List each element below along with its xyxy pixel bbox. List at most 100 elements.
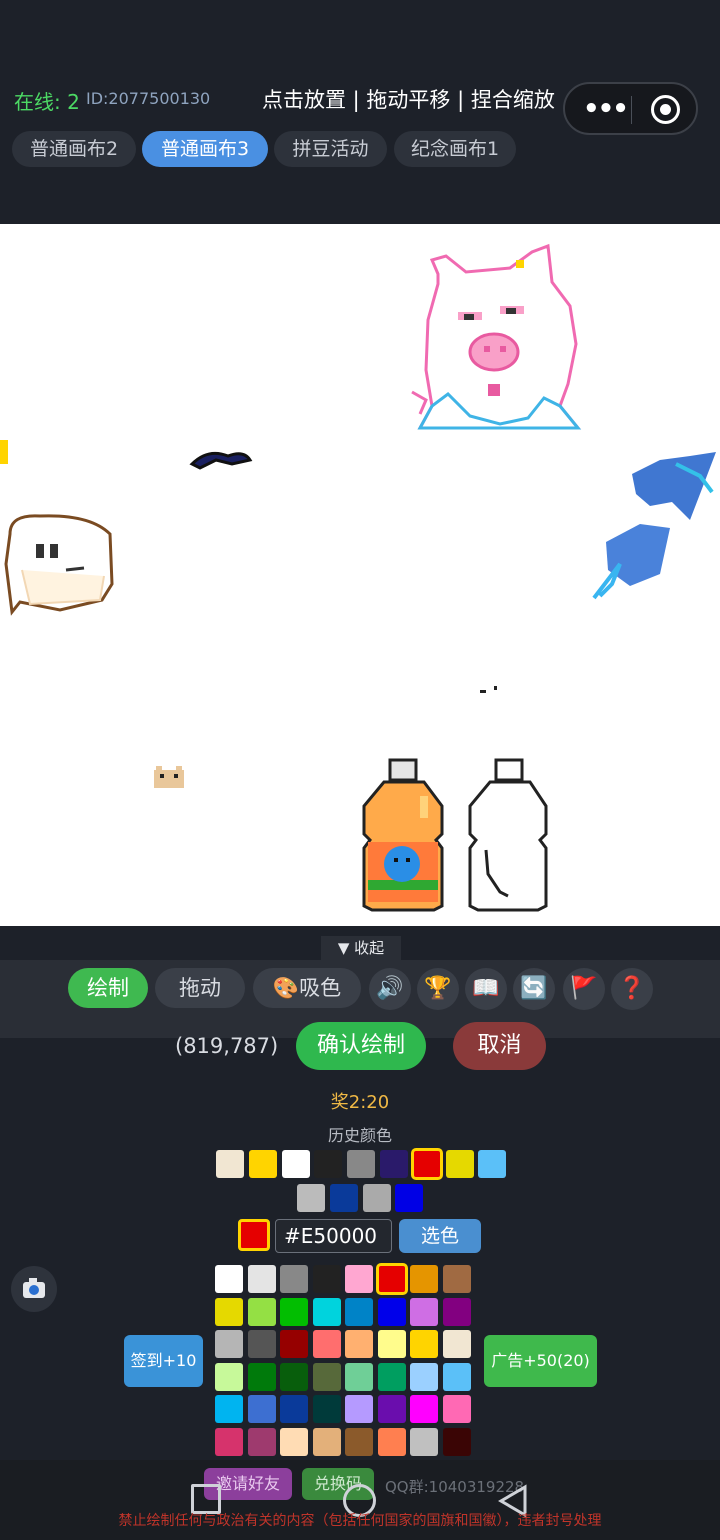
history-color-swatch[interactable] xyxy=(281,1150,310,1178)
close-target-icon[interactable] xyxy=(651,95,680,124)
watch-ad-button[interactable]: 广告+50(20) xyxy=(484,1335,597,1387)
palette-color-swatch[interactable] xyxy=(442,1395,471,1423)
yellow-pixel-fragment xyxy=(0,440,8,464)
palette-color-swatch[interactable] xyxy=(345,1395,373,1423)
draw-mode-button[interactable]: 绘制 xyxy=(68,968,148,1008)
palette-color-swatch[interactable] xyxy=(280,1395,308,1423)
flag-icon[interactable]: 🚩 xyxy=(563,968,605,1010)
palette-color-swatch[interactable] xyxy=(215,1265,243,1293)
palette-color-swatch[interactable] xyxy=(410,1297,438,1326)
palette-color-swatch[interactable] xyxy=(410,1265,438,1293)
palette-color-swatch[interactable] xyxy=(215,1395,243,1423)
tab-memorial-canvas[interactable]: 纪念画布1 xyxy=(394,131,516,167)
palette-color-swatch[interactable] xyxy=(375,1263,408,1295)
history-color-swatch[interactable] xyxy=(362,1184,391,1212)
palette-color-swatch[interactable] xyxy=(442,1330,471,1358)
palette-color-swatch[interactable] xyxy=(280,1297,308,1326)
reward-counter: 奖2:20 xyxy=(330,1092,390,1113)
history-color-swatch[interactable] xyxy=(445,1150,474,1178)
palette-color-swatch[interactable] xyxy=(442,1297,471,1326)
palette-color-swatch[interactable] xyxy=(410,1427,438,1456)
user-id: ID:2077500130 xyxy=(86,89,211,108)
history-color-swatch[interactable] xyxy=(248,1150,277,1178)
empty-bottle-outline-pixel-art xyxy=(468,758,548,912)
palette-color-swatch[interactable] xyxy=(377,1362,406,1391)
camera-icon[interactable] xyxy=(11,1266,57,1312)
palette-color-swatch[interactable] xyxy=(442,1427,471,1456)
palette-color-swatch[interactable] xyxy=(215,1330,243,1358)
history-color-swatch[interactable] xyxy=(297,1184,325,1212)
history-color-swatch[interactable] xyxy=(314,1150,343,1178)
palette-color-swatch[interactable] xyxy=(215,1297,243,1326)
palette-color-swatch[interactable] xyxy=(280,1330,308,1358)
palette-color-swatch[interactable] xyxy=(247,1265,276,1293)
palette-color-swatch[interactable] xyxy=(410,1362,438,1391)
history-color-swatch[interactable] xyxy=(380,1150,408,1178)
palette-color-swatch[interactable] xyxy=(280,1265,308,1293)
more-icon[interactable]: ••• xyxy=(583,94,629,124)
current-color-swatch xyxy=(238,1219,270,1251)
collapse-toggle[interactable]: ▼ 收起 xyxy=(321,936,401,960)
blue-splatter-pixel-art xyxy=(592,452,716,600)
history-color-swatch[interactable] xyxy=(395,1184,424,1212)
palette-color-swatch[interactable] xyxy=(345,1297,373,1326)
palette-color-swatch[interactable] xyxy=(247,1297,276,1326)
palette-color-swatch[interactable] xyxy=(345,1427,373,1456)
refresh-icon[interactable]: 🔄 xyxy=(513,968,555,1010)
palette-color-swatch[interactable] xyxy=(312,1330,341,1358)
check-in-button[interactable]: 签到+10 xyxy=(124,1335,203,1387)
palette-color-swatch[interactable] xyxy=(312,1427,341,1456)
palette-color-swatch[interactable] xyxy=(215,1427,243,1456)
palette-color-swatch[interactable] xyxy=(312,1297,341,1326)
tab-bead-event[interactable]: 拼豆活动 xyxy=(274,131,387,167)
online-count: 在线: 2 xyxy=(14,90,80,114)
palette-color-swatch[interactable] xyxy=(345,1330,373,1358)
palette-color-swatch[interactable] xyxy=(410,1330,438,1358)
tab-canvas-3[interactable]: 普通画布3 xyxy=(142,131,268,167)
hex-color-input[interactable]: #E50000 xyxy=(275,1219,392,1253)
palette-color-swatch[interactable] xyxy=(377,1330,406,1358)
palette-color-swatch[interactable] xyxy=(280,1362,308,1391)
palette-color-swatch[interactable] xyxy=(247,1330,276,1358)
choose-color-button[interactable]: 选色 xyxy=(399,1219,481,1253)
history-color-swatch[interactable] xyxy=(329,1184,358,1212)
confirm-draw-button[interactable]: 确认绘制 xyxy=(296,1022,426,1070)
palette-color-swatch[interactable] xyxy=(377,1427,406,1456)
history-color-swatch[interactable] xyxy=(347,1150,376,1178)
palette-color-swatch[interactable] xyxy=(377,1297,406,1326)
palette-color-swatch[interactable] xyxy=(442,1265,471,1293)
palette-color-swatch[interactable] xyxy=(312,1395,341,1423)
orange-bottle-pixel-art xyxy=(362,758,444,912)
palette-color-swatch[interactable] xyxy=(377,1395,406,1423)
cancel-button[interactable]: 取消 xyxy=(453,1022,546,1070)
help-icon[interactable]: ❓ xyxy=(611,968,653,1010)
palette-color-swatch[interactable] xyxy=(312,1362,341,1391)
anime-girl-pixel-art xyxy=(4,514,114,616)
palette-color-swatch[interactable] xyxy=(215,1362,243,1391)
small-face-pixel-art xyxy=(154,766,184,788)
tab-canvas-2[interactable]: 普通画布2 xyxy=(12,131,136,167)
palette-color-swatch[interactable] xyxy=(345,1362,373,1391)
speaker-icon[interactable]: 🔊 xyxy=(369,968,411,1010)
content-warning: 禁止绘制任何与政治有关的内容（包括任何国家的国旗和国徽），违者封号处理 xyxy=(118,1513,602,1529)
capsule-divider xyxy=(631,96,632,124)
eyedropper-button[interactable]: 🎨吸色 xyxy=(253,968,361,1008)
color-palette xyxy=(214,1263,474,1459)
trophy-icon[interactable]: 🏆 xyxy=(417,968,459,1010)
history-colors-label: 历史颜色 xyxy=(327,1126,392,1145)
palette-color-swatch[interactable] xyxy=(442,1362,471,1391)
eyedropper-label: 吸色 xyxy=(299,976,342,1000)
palette-color-swatch[interactable] xyxy=(312,1265,341,1293)
history-color-swatch[interactable] xyxy=(410,1148,443,1180)
palette-color-swatch[interactable] xyxy=(345,1265,373,1293)
palette-color-swatch[interactable] xyxy=(410,1395,438,1423)
palette-color-swatch[interactable] xyxy=(247,1395,276,1423)
palette-color-swatch[interactable] xyxy=(280,1427,308,1456)
drag-mode-button[interactable]: 拖动 xyxy=(155,968,245,1008)
history-color-swatch[interactable] xyxy=(216,1150,244,1178)
palette-color-swatch[interactable] xyxy=(247,1362,276,1391)
pixel-canvas[interactable] xyxy=(0,224,720,926)
palette-color-swatch[interactable] xyxy=(247,1427,276,1456)
history-color-swatch[interactable] xyxy=(478,1150,507,1178)
book-icon[interactable]: 📖 xyxy=(465,968,507,1010)
